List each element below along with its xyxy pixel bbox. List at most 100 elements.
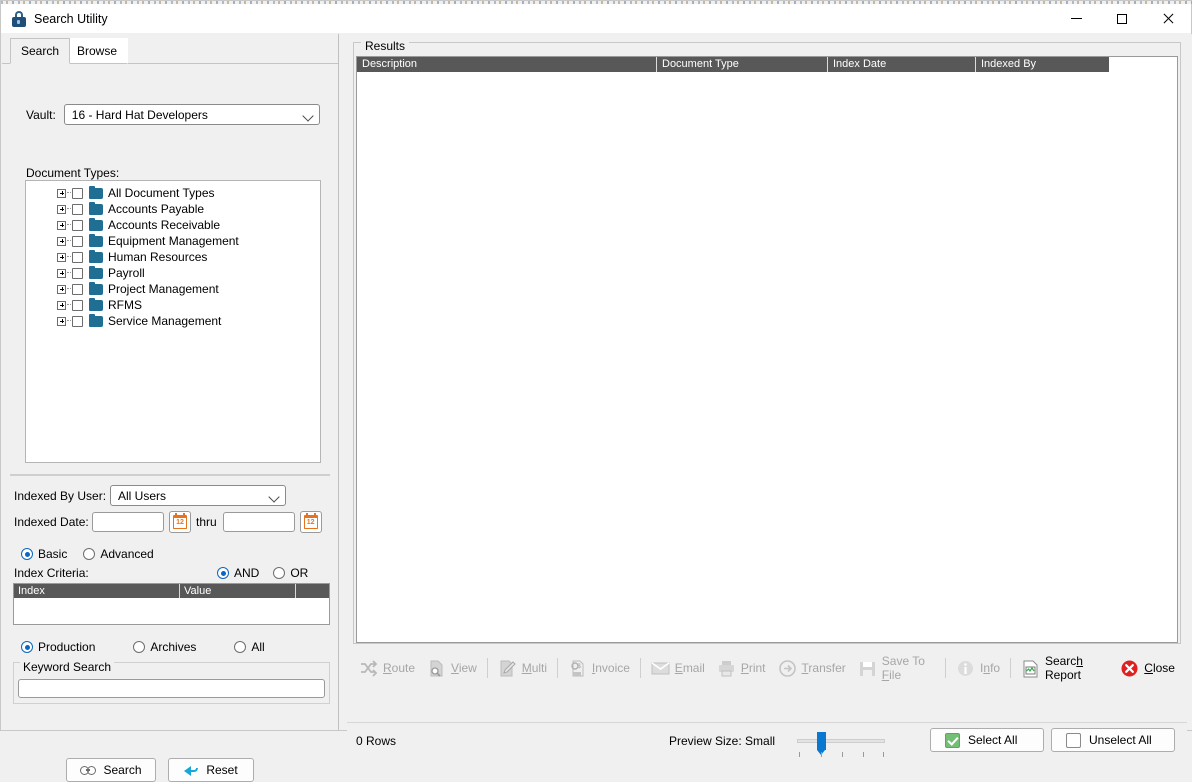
vault-selected-value: 16 - Hard Hat Developers [71, 107, 208, 122]
radio-archives-indicator [133, 641, 146, 653]
results-grid-header: Description Document Type Index Date Ind… [357, 57, 1109, 72]
shuffle-icon [359, 659, 378, 678]
window-controls [1053, 4, 1191, 33]
keyword-search-input[interactable] [18, 679, 325, 698]
tree-item[interactable]: Service Management [26, 313, 320, 329]
radio-and[interactable]: AND [217, 566, 259, 580]
results-panel: Results Description Document Type Index … [339, 34, 1192, 759]
tree-checkbox[interactable] [72, 187, 83, 199]
info-button[interactable]: Info [950, 654, 1006, 682]
expand-icon[interactable] [57, 300, 66, 310]
transfer-button[interactable]: Transfer [772, 654, 852, 682]
calendar-to-icon[interactable]: 12 [299, 511, 322, 533]
tree-checkbox[interactable] [72, 267, 83, 279]
toolbar-separator [1010, 658, 1011, 678]
expand-icon[interactable] [57, 236, 66, 246]
radio-basic[interactable]: Basic [21, 547, 67, 561]
indexed-date-row: Indexed Date: 12 thru 12 [14, 511, 327, 533]
tab-search[interactable]: Search [10, 38, 71, 64]
slider-thumb[interactable] [817, 732, 826, 755]
multi-button[interactable]: Multi [492, 654, 553, 682]
tree-checkbox[interactable] [72, 283, 83, 295]
minimize-button[interactable] [1053, 4, 1099, 33]
print-button[interactable]: Print [711, 654, 772, 682]
invoice-button[interactable]: $ Invoice [562, 654, 636, 682]
column-header-document-type[interactable]: Document Type [657, 57, 828, 72]
calendar-from-icon[interactable]: 12 [169, 511, 191, 533]
indexed-by-user-select[interactable]: All Users [110, 485, 286, 506]
column-header-indexed-by[interactable]: Indexed By [976, 57, 1109, 72]
expand-icon[interactable] [57, 284, 66, 294]
email-button[interactable]: Email [645, 654, 711, 682]
radio-basic-label: Basic [38, 547, 68, 561]
tree-checkbox[interactable] [72, 235, 83, 247]
select-all-button[interactable]: Select All [930, 728, 1044, 752]
column-header-description[interactable]: Description [357, 57, 657, 72]
indexed-date-from-input[interactable] [92, 512, 164, 532]
slider-track [797, 739, 885, 743]
vault-row: Vault: 16 - Hard Hat Developers [26, 104, 320, 125]
view-button[interactable]: View [421, 654, 483, 682]
tree-item[interactable]: Accounts Receivable [26, 217, 320, 233]
vault-select[interactable]: 16 - Hard Hat Developers [63, 104, 320, 125]
column-header-value[interactable]: Value [180, 584, 296, 598]
results-legend: Results [361, 39, 410, 53]
expand-icon[interactable] [57, 204, 66, 214]
operator-row: AND OR [217, 566, 308, 580]
tree-item[interactable]: Accounts Payable [26, 201, 320, 217]
save-to-file-button[interactable]: Save To File [852, 654, 941, 682]
tab-browse[interactable]: Browse [66, 38, 129, 64]
radio-advanced-label: Advanced [100, 547, 154, 561]
close-window-button[interactable] [1145, 4, 1191, 33]
chevron-down-icon [302, 110, 314, 122]
preview-size-slider[interactable] [797, 732, 885, 757]
search-report-button[interactable]: Search Report [1015, 654, 1114, 682]
radio-archives[interactable]: Archives [133, 640, 196, 654]
document-types-tree[interactable]: All Document Types Accounts Payable Acco… [25, 180, 321, 463]
results-grid[interactable]: Description Document Type Index Date Ind… [356, 56, 1178, 643]
expand-icon[interactable] [57, 268, 66, 278]
tree-checkbox[interactable] [72, 203, 83, 215]
radio-advanced[interactable]: Advanced [83, 547, 154, 561]
indexed-date-to-input[interactable] [222, 512, 295, 532]
tree-checkbox[interactable] [72, 315, 83, 327]
radio-or-label: OR [290, 566, 309, 580]
radio-all[interactable]: All [234, 640, 265, 654]
expand-icon[interactable] [57, 252, 66, 262]
radio-archives-label: Archives [150, 640, 197, 654]
expand-icon[interactable] [57, 316, 66, 326]
unselect-all-button[interactable]: Unselect All [1051, 728, 1175, 752]
tree-item[interactable]: Equipment Management [26, 233, 320, 249]
folder-icon [89, 281, 103, 295]
search-button[interactable]: Search [66, 758, 156, 782]
radio-production[interactable]: Production [21, 640, 95, 654]
transfer-label: Transfer [801, 661, 846, 675]
folder-icon [89, 249, 103, 263]
tree-checkbox[interactable] [72, 219, 83, 231]
tree-checkbox[interactable] [72, 251, 83, 263]
expand-icon[interactable] [57, 188, 66, 198]
tree-item[interactable]: Human Resources [26, 249, 320, 265]
maximize-button[interactable] [1099, 4, 1145, 33]
tree-checkbox[interactable] [72, 299, 83, 311]
tree-item[interactable]: All Document Types [26, 185, 320, 201]
tree-item[interactable]: Project Management [26, 281, 320, 297]
index-criteria-grid[interactable]: Index Value [13, 583, 330, 625]
reset-button[interactable]: Reset [168, 758, 254, 782]
tree-item-label: Equipment Management [108, 234, 239, 248]
column-header-index-date[interactable]: Index Date [828, 57, 976, 72]
radio-all-label: All [251, 640, 265, 654]
close-button[interactable]: Close [1114, 654, 1181, 682]
folder-icon [89, 265, 103, 279]
folder-icon [89, 201, 103, 215]
title-bar: Search Utility [1, 4, 1191, 33]
toolbar-separator [486, 658, 488, 678]
expand-icon[interactable] [57, 220, 66, 230]
radio-or[interactable]: OR [273, 566, 308, 580]
route-button[interactable]: Route [353, 654, 421, 682]
tree-item-label: Accounts Payable [108, 202, 205, 216]
radio-or-indicator [273, 567, 286, 579]
column-header-index[interactable]: Index [14, 584, 180, 598]
tree-item[interactable]: RFMS [26, 297, 320, 313]
tree-item[interactable]: Payroll [26, 265, 320, 281]
